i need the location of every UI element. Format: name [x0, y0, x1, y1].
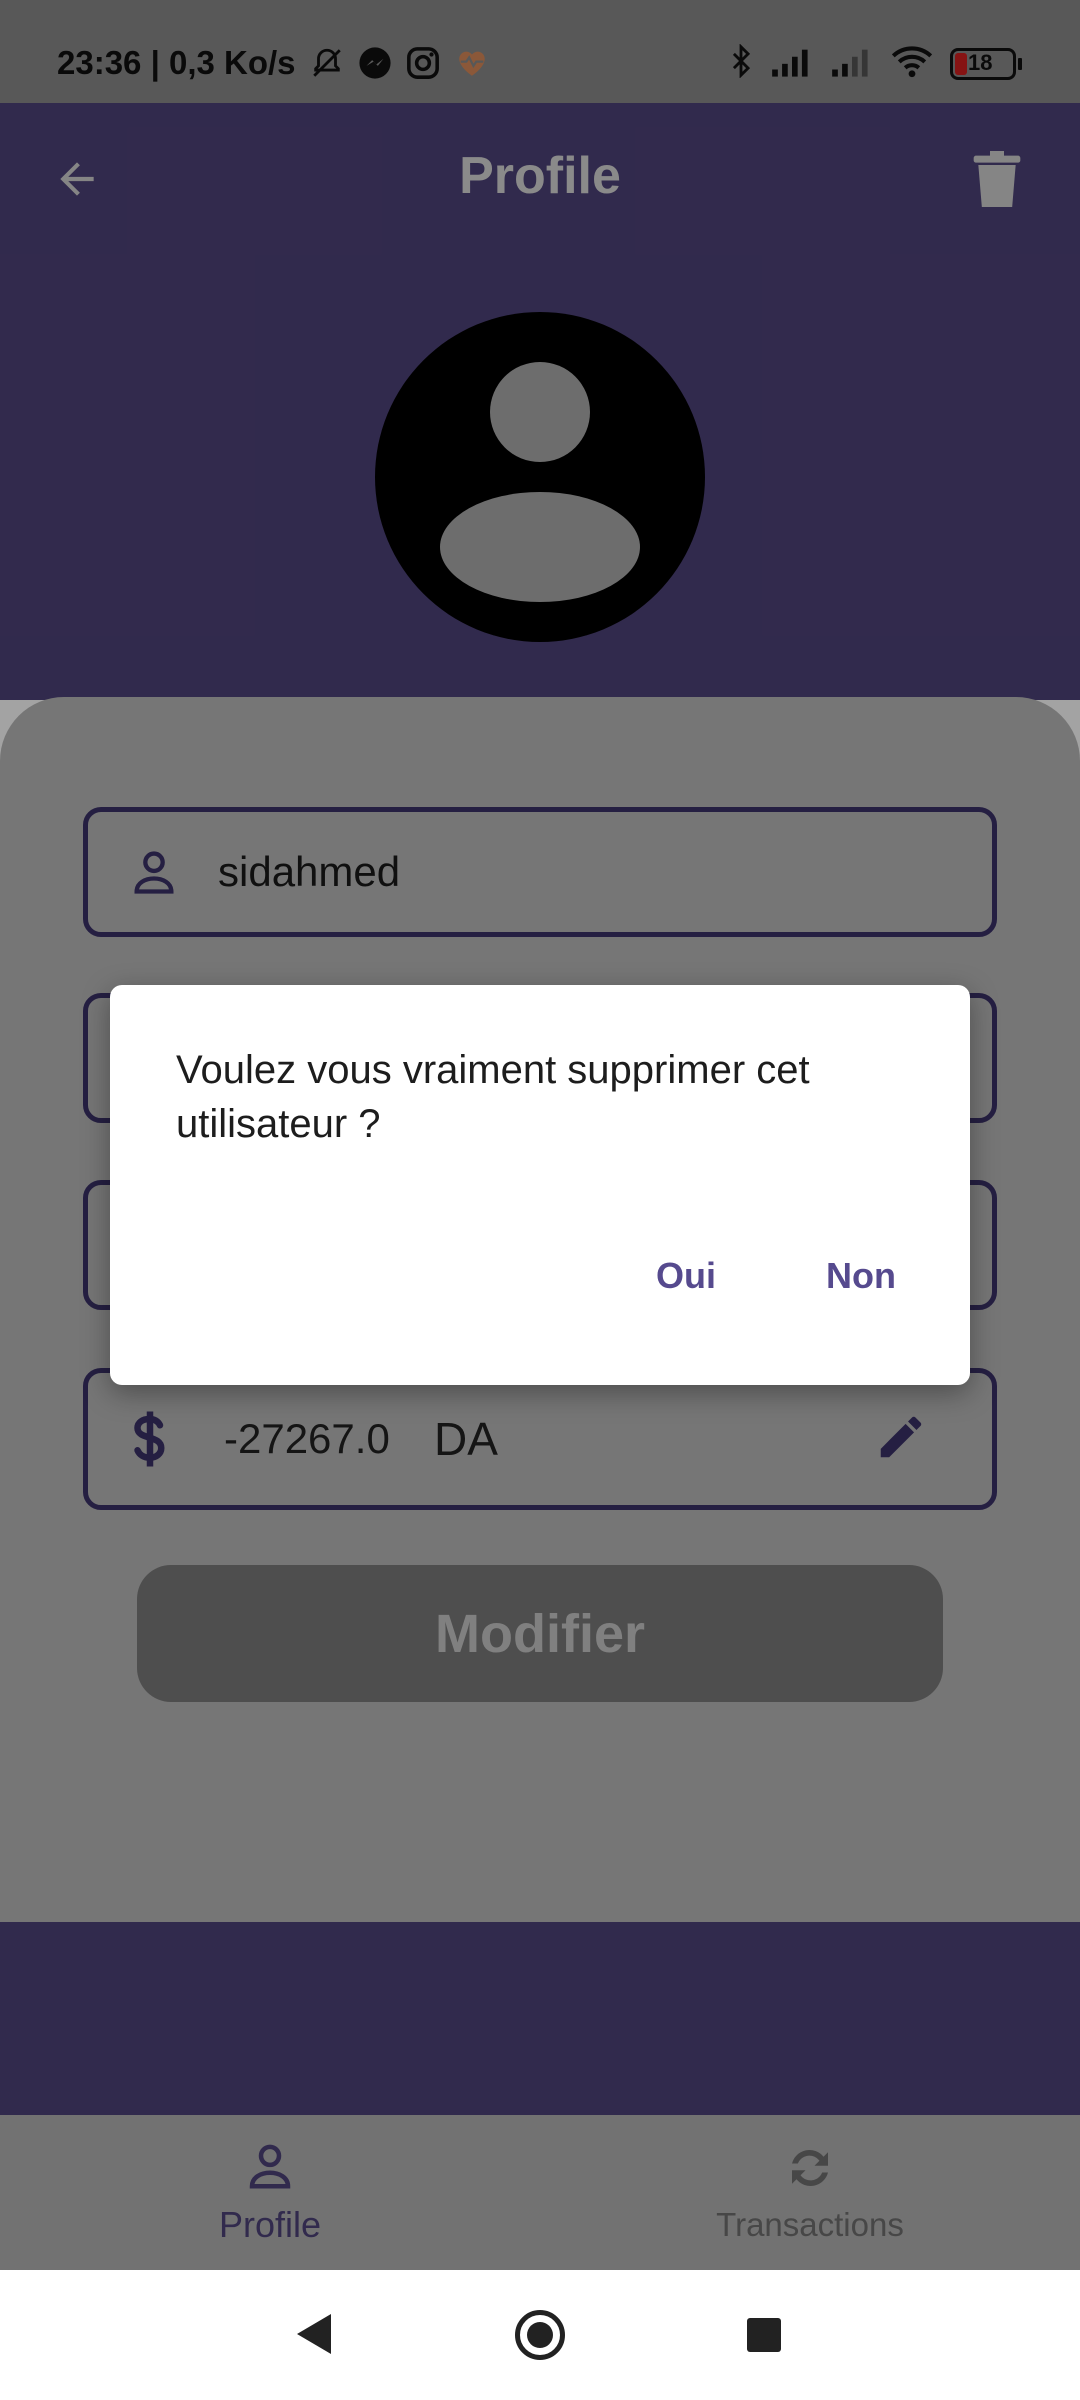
dialog-message: Voulez vous vraiment supprimer cet utili…: [176, 1048, 810, 1146]
system-home-icon[interactable]: [515, 2310, 565, 2360]
system-nav-bar: [0, 2270, 1080, 2400]
system-recents-icon[interactable]: [747, 2318, 781, 2352]
dialog-actions: Oui Non: [656, 1255, 896, 1297]
system-back-icon[interactable]: [295, 2312, 335, 2361]
confirm-yes-button[interactable]: Oui: [656, 1255, 716, 1297]
confirm-delete-dialog: Voulez vous vraiment supprimer cet utili…: [110, 985, 970, 1385]
confirm-no-button[interactable]: Non: [826, 1255, 896, 1297]
